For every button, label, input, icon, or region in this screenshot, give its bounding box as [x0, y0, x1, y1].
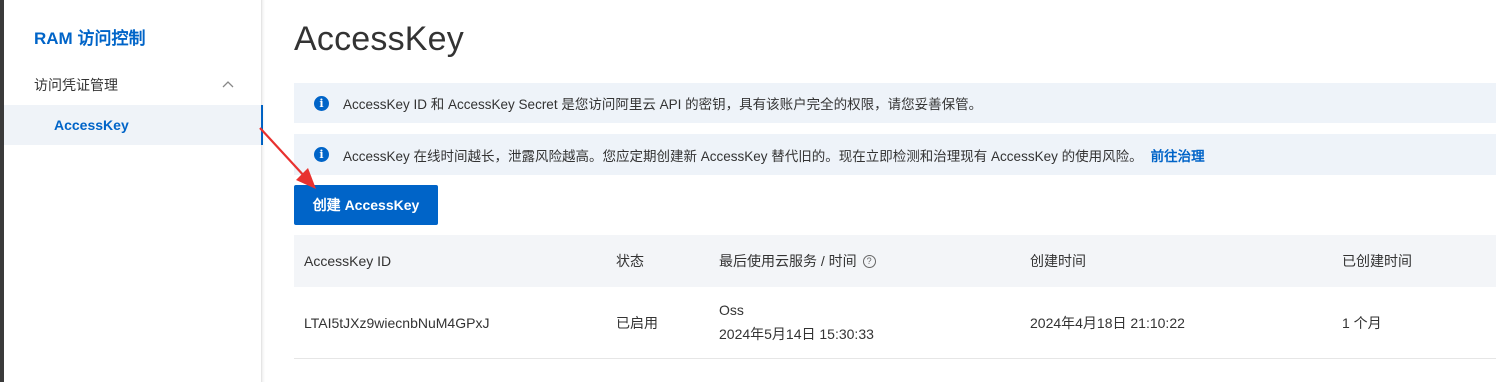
- column-header-id: AccessKey ID: [304, 253, 392, 269]
- sidebar-divider: [262, 0, 265, 382]
- accesskey-id: LTAI5tJXz9wiecnbNuM4GPxJ: [304, 314, 490, 331]
- last-used-time: 2024年5月14日 15:30:33: [719, 325, 874, 342]
- info-icon: i: [314, 95, 329, 111]
- table-header: AccessKey ID 状态 最后使用云服务 / 时间 ? 创建时间 已创建时…: [294, 235, 1496, 287]
- sidebar-group-label: 访问凭证管理: [34, 77, 118, 93]
- column-header-status: 状态: [616, 253, 644, 269]
- notice-text: AccessKey 在线时间越长，泄露风险越高。您应定期创建新 AccessKe…: [343, 148, 1143, 164]
- column-header-age: 已创建时间: [1342, 253, 1412, 269]
- info-notice: i AccessKey ID 和 AccessKey Secret 是您访问阿里…: [294, 83, 1496, 123]
- created-age: 1 个月: [1342, 314, 1382, 331]
- last-used-service: Oss: [719, 301, 744, 318]
- last-used-cell: Oss 2024年5月14日 15:30:33: [719, 287, 874, 358]
- create-accesskey-button[interactable]: 创建 AccessKey: [294, 185, 438, 225]
- column-header-label: 最后使用云服务 / 时间: [719, 253, 857, 269]
- sidebar-brand[interactable]: RAM 访问控制: [34, 24, 145, 49]
- risk-notice: i AccessKey 在线时间越长，泄露风险越高。您应定期创建新 Access…: [294, 134, 1496, 175]
- main-content: AccessKey i AccessKey ID 和 AccessKey Sec…: [266, 0, 1496, 382]
- info-icon: i: [314, 147, 329, 162]
- govern-link[interactable]: 前往治理: [1151, 145, 1205, 165]
- sidebar-item-accesskey[interactable]: AccessKey: [4, 105, 263, 145]
- created-time: 2024年4月18日 21:10:22: [1030, 314, 1185, 331]
- status-text: 已启用: [616, 314, 658, 331]
- sidebar-group-credentials[interactable]: 访问凭证管理: [4, 66, 262, 104]
- page-title: AccessKey: [294, 20, 464, 58]
- column-header-created: 创建时间: [1030, 253, 1086, 269]
- sidebar: RAM 访问控制 访问凭证管理 AccessKey: [4, 0, 263, 382]
- sidebar-item-label: AccessKey: [54, 117, 129, 133]
- table-row: LTAI5tJXz9wiecnbNuM4GPxJ 已启用 Oss 2024年5月…: [294, 287, 1496, 359]
- chevron-up-icon[interactable]: [222, 79, 234, 91]
- column-header-last-used: 最后使用云服务 / 时间 ?: [719, 235, 876, 287]
- accesskey-table: AccessKey ID 状态 最后使用云服务 / 时间 ? 创建时间 已创建时…: [294, 235, 1496, 359]
- notice-text: AccessKey ID 和 AccessKey Secret 是您访问阿里云 …: [343, 97, 983, 112]
- help-icon[interactable]: ?: [862, 254, 876, 268]
